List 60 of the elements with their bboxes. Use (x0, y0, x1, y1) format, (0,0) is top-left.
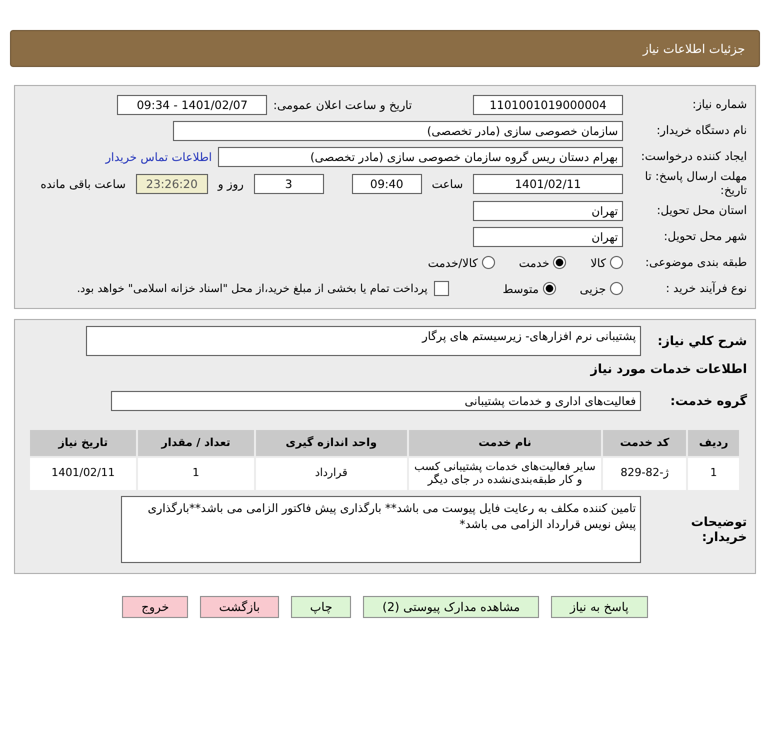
table-cell: 1 (138, 458, 254, 490)
column-header: ردیف (688, 430, 739, 456)
field-label: مهلت ارسال پاسخ: تا تاریخ: (644, 170, 748, 198)
deadline-time-field: 09:40 (352, 174, 422, 194)
province-field: تهران (473, 200, 623, 221)
section-heading: اطلاعات خدمات مورد نیاز (590, 361, 748, 376)
field-label: ساعت باقی مانده (40, 176, 126, 191)
buyer-org-field: سازمان خصوصی سازی (مادر تخصصی) (173, 121, 623, 141)
column-header: واحد اندازه گیری (256, 430, 407, 456)
radio-button[interactable] (553, 256, 566, 270)
service-group-field: فعالیت‌های اداری و خدمات پشتیبانی (111, 390, 641, 411)
requester-field: بهرام دستان ریس گروه سازمان خصوصی سازی (مادر تخصصی) (218, 147, 623, 167)
checkbox-label: پرداخت تمام یا بخشی از مبلغ خرید،از محل "اسناد خزانه اسلامی" خواهد بود. (76, 282, 428, 296)
field-label: تاریخ و ساعت اعلان عمومی: (273, 98, 412, 112)
field-label: ساعت (432, 176, 463, 191)
field-label: استان محل تحویل: (656, 204, 748, 218)
column-header: کد خدمت (602, 430, 686, 456)
radio-button[interactable] (610, 282, 623, 296)
field-label: شماره نیاز: (691, 98, 748, 112)
radio-label: کالا (590, 256, 606, 270)
action-button[interactable]: خروج (122, 596, 188, 618)
radio-label: کالا/خدمت (428, 256, 478, 270)
table-cell: سایر فعالیت‌های خدمات پشتیبانی کسب و کار طبقه‌بندی‌نشده در جای دیگر (408, 458, 601, 490)
table-cell: 1401/02/11 (30, 458, 136, 490)
buyer-contact-link[interactable]: اطلاعات تماس خریدار (105, 150, 212, 164)
buyer-notes-field: تامین کننده مکلف به رعایت فایل پیوست می باشد** بارگذاری پیش فاکتور الزامی می باشد**بارگذاری پیش نویس قرارداد الزامی می باشد* (121, 496, 641, 563)
announce-date-field: 1401/02/07 - 09:34 (117, 95, 268, 115)
field-label: توضیحات خریدار: (690, 514, 748, 544)
summary-field: پشتیبانی نرم افزارهای- زیرسیستم های پرگار (86, 326, 641, 356)
table-cell: ژ-82-829 (602, 458, 686, 490)
radio-label: خدمت (518, 256, 550, 270)
column-header: تعداد / مقدار (138, 430, 254, 456)
radio-label: جزیی (580, 282, 606, 296)
checkbox[interactable] (434, 281, 449, 296)
field-label: ایجاد کننده درخواست: (640, 150, 748, 164)
radio-button[interactable] (610, 256, 623, 270)
radio-label: متوسط (502, 282, 539, 296)
remaining-time-field: 23:26:20 (136, 174, 208, 194)
action-button[interactable]: پاسخ به نیاز (550, 596, 648, 618)
action-button[interactable]: مشاهده مدارک پیوستی (2) (363, 596, 539, 618)
field-label: شرح کلي نیاز: (656, 333, 748, 348)
days-field: 3 (254, 174, 324, 194)
column-header: تاریخ نیاز (30, 430, 136, 456)
city-field: تهران (473, 226, 623, 247)
radio-button[interactable] (542, 282, 556, 296)
action-button[interactable]: بازگشت (200, 596, 279, 618)
field-label: طبقه بندی موضوعی: (644, 256, 748, 270)
deadline-date-field: 1401/02/11 (473, 174, 623, 194)
column-header: نام خدمت (408, 430, 601, 456)
action-button[interactable]: چاپ (291, 596, 352, 618)
field-label: نام دستگاه خریدار: (655, 124, 748, 138)
page-title: جزئیات اطلاعات نیاز (642, 42, 745, 56)
need-number-field: 1101001019000004 (473, 95, 623, 115)
table-cell: 1 (688, 458, 739, 490)
table-cell: قرارداد (256, 458, 407, 490)
field-label: نوع فرآیند خرید : (664, 282, 748, 296)
field-label: شهر محل تحویل: (662, 230, 748, 244)
field-label: گروه خدمت: (669, 393, 748, 408)
radio-button[interactable] (482, 256, 495, 270)
field-label: روز و (218, 176, 244, 191)
